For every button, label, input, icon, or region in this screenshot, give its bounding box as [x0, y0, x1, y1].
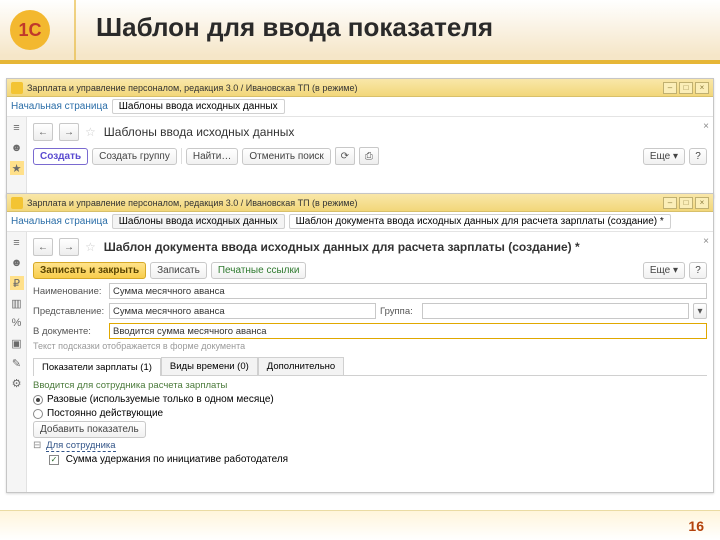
help-button[interactable]: ? [689, 262, 707, 279]
help-button[interactable]: ? [689, 148, 707, 165]
add-indicator-button[interactable]: Добавить показатель [33, 421, 146, 438]
back-button[interactable]: ← [33, 238, 53, 256]
cancel-find-button[interactable]: Отменить поиск [242, 148, 330, 165]
wrench-icon[interactable]: ✎ [10, 356, 24, 370]
back-button[interactable]: ← [33, 123, 53, 141]
create-button[interactable]: Создать [33, 148, 88, 165]
window-title: Зарплата и управление персоналом, редакц… [27, 83, 663, 93]
find-button[interactable]: Найти… [186, 148, 239, 165]
slide-title: Шаблон для ввода показателя [96, 12, 493, 43]
name-label: Наименование: [33, 286, 105, 297]
page-heading: Шаблон документа ввода исходных данных д… [104, 240, 580, 254]
tab-indicators[interactable]: Показатели зарплаты (1) [33, 358, 161, 376]
maximize-icon[interactable]: □ [679, 82, 693, 94]
window-templates-list: Зарплата и управление персоналом, редакц… [6, 78, 714, 198]
user-icon[interactable]: ☻ [10, 141, 24, 155]
window-title: Зарплата и управление персоналом, редакц… [27, 198, 663, 208]
money-icon[interactable]: ₽ [10, 276, 24, 290]
case-icon[interactable]: ▣ [10, 336, 24, 350]
app-icon [11, 197, 23, 209]
display-label: Представление: [33, 306, 105, 317]
star-icon[interactable]: ★ [10, 161, 24, 175]
window-template-editor: Зарплата и управление персоналом, редакц… [6, 193, 714, 493]
forward-button[interactable]: → [59, 238, 79, 256]
minimize-icon[interactable]: – [663, 197, 677, 209]
section-heading: Вводится для сотрудника расчета зарплаты [33, 380, 707, 391]
percent-icon[interactable]: % [10, 316, 24, 330]
doc-label: В документе: [33, 326, 105, 337]
more-button[interactable]: Еще ▾ [643, 262, 685, 279]
hint-text: Текст подсказки отображается в форме док… [33, 341, 707, 351]
tab-template-create[interactable]: Шаблон документа ввода исходных данных д… [289, 214, 671, 229]
group-picker-icon[interactable]: ▾ [693, 303, 707, 319]
gear-icon[interactable]: ⚙ [10, 376, 24, 390]
radio-once-label: Разовые (используемые только в одном мес… [47, 394, 274, 405]
indicator-checkbox[interactable] [49, 455, 59, 465]
close-icon[interactable]: × [695, 197, 709, 209]
display-field[interactable]: Сумма месячного аванса [109, 303, 376, 319]
tab-templates-list[interactable]: Шаблоны ввода исходных данных [112, 214, 285, 229]
svg-text:1С: 1С [18, 20, 41, 40]
refresh-icon[interactable]: ⟳ [335, 147, 355, 165]
titlebar: Зарплата и управление персоналом, редакц… [7, 194, 713, 212]
save-close-button[interactable]: Записать и закрыть [33, 262, 146, 279]
tab-time-kinds[interactable]: Виды времени (0) [161, 357, 258, 375]
tab-templates[interactable]: Шаблоны ввода исходных данных [112, 99, 285, 114]
name-field[interactable]: Сумма месячного аванса [109, 283, 707, 299]
forward-button[interactable]: → [59, 123, 79, 141]
print-links-button[interactable]: Печатные ссылки [211, 262, 307, 279]
page-number: 16 [688, 518, 704, 534]
logo-1c: 1С [6, 6, 54, 54]
radio-permanent-label: Постоянно действующие [47, 408, 163, 419]
for-employee-heading[interactable]: Для сотрудника [46, 440, 115, 452]
sidebar: ≡ ☻ ₽ ▥ % ▣ ✎ ⚙ [7, 232, 27, 492]
radio-once[interactable] [33, 395, 43, 405]
page-heading: Шаблоны ввода исходных данных [104, 125, 295, 139]
nav-home[interactable]: Начальная страница [11, 216, 108, 227]
collapse-icon[interactable]: ⊟ [33, 440, 41, 451]
favorite-icon[interactable]: ☆ [85, 125, 96, 139]
favorite-icon[interactable]: ☆ [85, 240, 96, 254]
indicator-label: Сумма удержания по инициативе работодате… [66, 454, 288, 465]
menu-icon[interactable]: ≡ [10, 121, 24, 135]
slide-footer: 16 [0, 510, 720, 540]
menu-icon[interactable]: ≡ [10, 236, 24, 250]
person-icon[interactable]: ☻ [10, 256, 24, 270]
doc-icon[interactable]: ▥ [10, 296, 24, 310]
minimize-icon[interactable]: – [663, 82, 677, 94]
print-icon[interactable]: ⎙ [359, 147, 379, 165]
save-button[interactable]: Записать [150, 262, 207, 279]
tab-additional[interactable]: Дополнительно [258, 357, 344, 375]
radio-permanent[interactable] [33, 409, 43, 419]
app-icon [11, 82, 23, 94]
maximize-icon[interactable]: □ [679, 197, 693, 209]
more-button[interactable]: Еще ▾ [643, 148, 685, 165]
nav-home[interactable]: Начальная страница [11, 101, 108, 112]
create-group-button[interactable]: Создать группу [92, 148, 177, 165]
titlebar: Зарплата и управление персоналом, редакц… [7, 79, 713, 97]
close-icon[interactable]: × [695, 82, 709, 94]
group-field[interactable] [422, 303, 689, 319]
sidebar: ≡ ☻ ★ [7, 117, 27, 197]
page-close-icon[interactable]: × [703, 236, 709, 247]
page-close-icon[interactable]: × [703, 121, 709, 132]
doc-field[interactable]: Вводится сумма месячного аванса [109, 323, 707, 339]
group-label: Группа: [380, 306, 418, 317]
